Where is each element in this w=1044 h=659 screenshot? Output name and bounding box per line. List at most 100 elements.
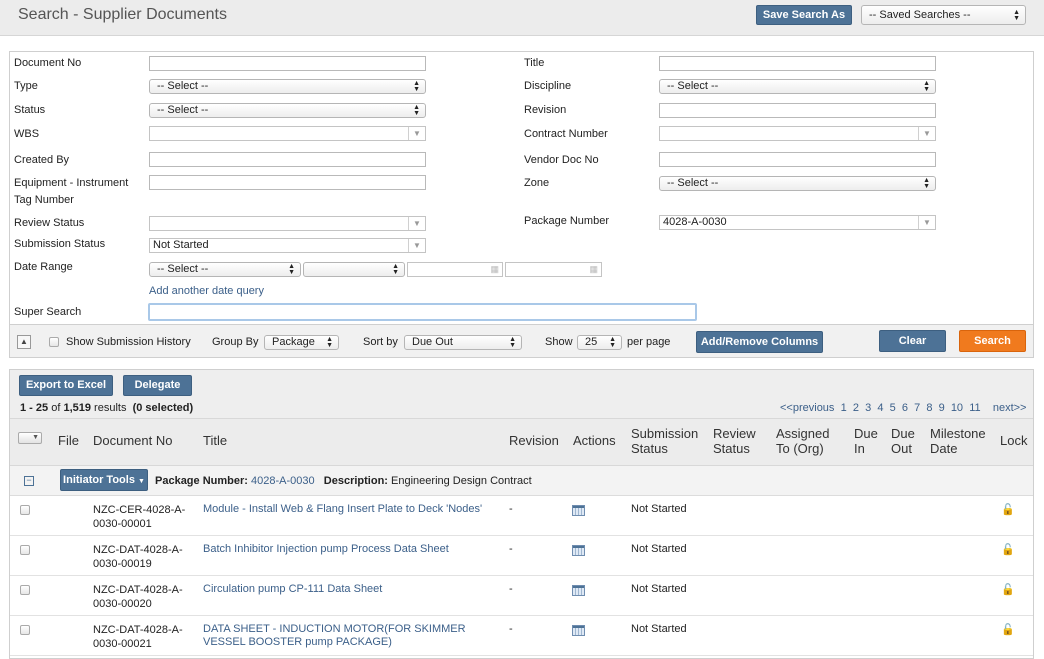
page-link[interactable]: 7: [914, 402, 920, 414]
previous-link[interactable]: <<previous: [780, 402, 834, 414]
export-excel-button[interactable]: Export to Excel: [19, 375, 113, 396]
combo-dropdown-icon[interactable]: ▼: [408, 239, 425, 252]
page-link[interactable]: 11: [969, 402, 980, 414]
discipline-select[interactable]: -- Select -- ▲ ▼: [659, 79, 936, 94]
page-link[interactable]: 2: [853, 402, 859, 414]
title-input[interactable]: [659, 56, 936, 71]
unlock-icon[interactable]: 🔓: [1001, 543, 1015, 556]
col-assigned-line1: Assigned: [776, 426, 830, 441]
row-title-link[interactable]: DATA SHEET - INDUCTION MOTOR(FOR SKIMMER…: [203, 623, 466, 649]
group-by-select[interactable]: Package ▲ ▼: [264, 335, 339, 350]
review-status-label: Review Status: [14, 217, 85, 229]
calendar-action-icon[interactable]: [572, 505, 585, 516]
calendar-icon[interactable]: ▦: [490, 265, 499, 274]
col-document-no[interactable]: Document No: [93, 433, 172, 448]
status-label: Status: [14, 104, 46, 116]
package-number-combo[interactable]: 4028-A-0030 ▼: [659, 215, 936, 230]
collapse-toggle-icon[interactable]: ▲: [17, 335, 31, 349]
page-link[interactable]: 6: [902, 402, 908, 414]
combo-dropdown-icon[interactable]: ▼: [918, 216, 935, 229]
select-all-dropdown[interactable]: ▼: [18, 432, 42, 444]
col-review-status[interactable]: Review Status: [713, 426, 756, 456]
zone-select[interactable]: -- Select -- ▲ ▼: [659, 176, 936, 191]
row-checkbox[interactable]: [20, 585, 30, 595]
initiator-tools-button[interactable]: Initiator Tools ▼: [60, 469, 148, 491]
row-checkbox[interactable]: [20, 505, 30, 515]
results-of: of: [51, 402, 61, 414]
search-button[interactable]: Search: [959, 330, 1026, 352]
row-title-link[interactable]: Batch Inhibitor Injection pump Process D…: [203, 543, 449, 556]
col-due-out[interactable]: Due Out: [891, 426, 915, 456]
page-link[interactable]: 10: [951, 402, 963, 414]
saved-searches-value: -- Saved Searches --: [869, 9, 971, 21]
row-checkbox[interactable]: [20, 625, 30, 635]
col-assigned-to[interactable]: Assigned To (Org): [776, 426, 829, 456]
status-select[interactable]: -- Select -- ▲ ▼: [149, 103, 426, 118]
date-to-input[interactable]: ▦: [505, 262, 602, 277]
date-range-operator-select[interactable]: ▲ ▼: [303, 262, 405, 277]
revision-input[interactable]: [659, 103, 936, 118]
col-title[interactable]: Title: [203, 433, 227, 448]
row-title-link[interactable]: Circulation pump CP-111 Data Sheet: [203, 583, 382, 596]
contract-number-combo[interactable]: ▼: [659, 126, 936, 141]
page-link[interactable]: 9: [939, 402, 945, 414]
delegate-button[interactable]: Delegate: [123, 375, 192, 396]
next-link[interactable]: next>>: [993, 402, 1027, 414]
title-line2: VESSEL BOOSTER pump PACKAGE): [203, 636, 392, 648]
unlock-icon[interactable]: 🔓: [1001, 583, 1015, 596]
col-submission-status[interactable]: Submission Status: [631, 426, 698, 456]
saved-searches-select[interactable]: -- Saved Searches -- ▲ ▼: [861, 5, 1026, 25]
col-file[interactable]: File: [58, 433, 79, 448]
discipline-value: -- Select --: [667, 80, 719, 92]
col-due-out-line1: Due: [891, 426, 915, 441]
vendor-doc-no-input[interactable]: [659, 152, 936, 167]
combo-dropdown-icon[interactable]: ▼: [408, 127, 425, 140]
col-due-in[interactable]: Due In: [854, 426, 878, 456]
combo-dropdown-icon[interactable]: ▼: [918, 127, 935, 140]
row-checkbox[interactable]: [20, 545, 30, 555]
super-search-input[interactable]: [148, 303, 697, 321]
row-title-link[interactable]: Module - Install Web & Flang Insert Plat…: [203, 503, 482, 516]
clear-button[interactable]: Clear: [879, 330, 946, 352]
collapse-group-icon[interactable]: −: [24, 476, 34, 486]
col-revision[interactable]: Revision: [509, 433, 559, 448]
doc-no-line1: NZC-DAT-4028-A-: [93, 584, 183, 596]
page-link[interactable]: 5: [890, 402, 896, 414]
wbs-combo[interactable]: ▼: [149, 126, 426, 141]
select-arrow-icon: ▲ ▼: [413, 80, 420, 93]
page-link[interactable]: 8: [926, 402, 932, 414]
select-arrow-icon: ▲ ▼: [413, 104, 420, 117]
calendar-icon[interactable]: ▦: [589, 265, 598, 274]
review-status-combo[interactable]: ▼: [149, 216, 426, 231]
select-arrow-icon: ▲ ▼: [609, 336, 616, 349]
group-by-value: Package: [272, 336, 315, 348]
type-select[interactable]: -- Select -- ▲ ▼: [149, 79, 426, 94]
date-range-type-select[interactable]: -- Select -- ▲ ▼: [149, 262, 301, 277]
unlock-icon[interactable]: 🔓: [1001, 623, 1015, 636]
created-by-input[interactable]: [149, 152, 426, 167]
equipment-tag-input[interactable]: [149, 175, 426, 190]
save-search-button[interactable]: Save Search As: [756, 5, 852, 25]
col-milestone-date[interactable]: Milestone Date: [930, 426, 986, 456]
page-size-select[interactable]: 25 ▲ ▼: [577, 335, 622, 350]
submission-status-combo[interactable]: Not Started ▼: [149, 238, 426, 253]
calendar-action-icon[interactable]: [572, 625, 585, 636]
doc-no-line2: 0030-00020: [93, 598, 152, 610]
document-no-input[interactable]: [149, 56, 426, 71]
page-link[interactable]: 4: [877, 402, 883, 414]
add-remove-columns-button[interactable]: Add/Remove Columns: [696, 331, 823, 353]
table-row: NZC-DAT-4028-A- 0030-00020 Circulation pu…: [10, 576, 1033, 616]
date-from-input[interactable]: ▦: [407, 262, 503, 277]
combo-dropdown-icon[interactable]: ▼: [408, 217, 425, 230]
page-link[interactable]: 3: [865, 402, 871, 414]
calendar-action-icon[interactable]: [572, 585, 585, 596]
add-date-query-link[interactable]: Add another date query: [149, 285, 264, 297]
package-number-link[interactable]: 4028-A-0030: [251, 475, 315, 487]
caret-down-icon: ▼: [138, 478, 145, 485]
unlock-icon[interactable]: 🔓: [1001, 503, 1015, 516]
show-history-checkbox[interactable]: [49, 337, 59, 347]
col-milestone-line1: Milestone: [930, 426, 986, 441]
sort-by-select[interactable]: Due Out ▲ ▼: [404, 335, 522, 350]
calendar-action-icon[interactable]: [572, 545, 585, 556]
page-link[interactable]: 1: [841, 402, 847, 414]
